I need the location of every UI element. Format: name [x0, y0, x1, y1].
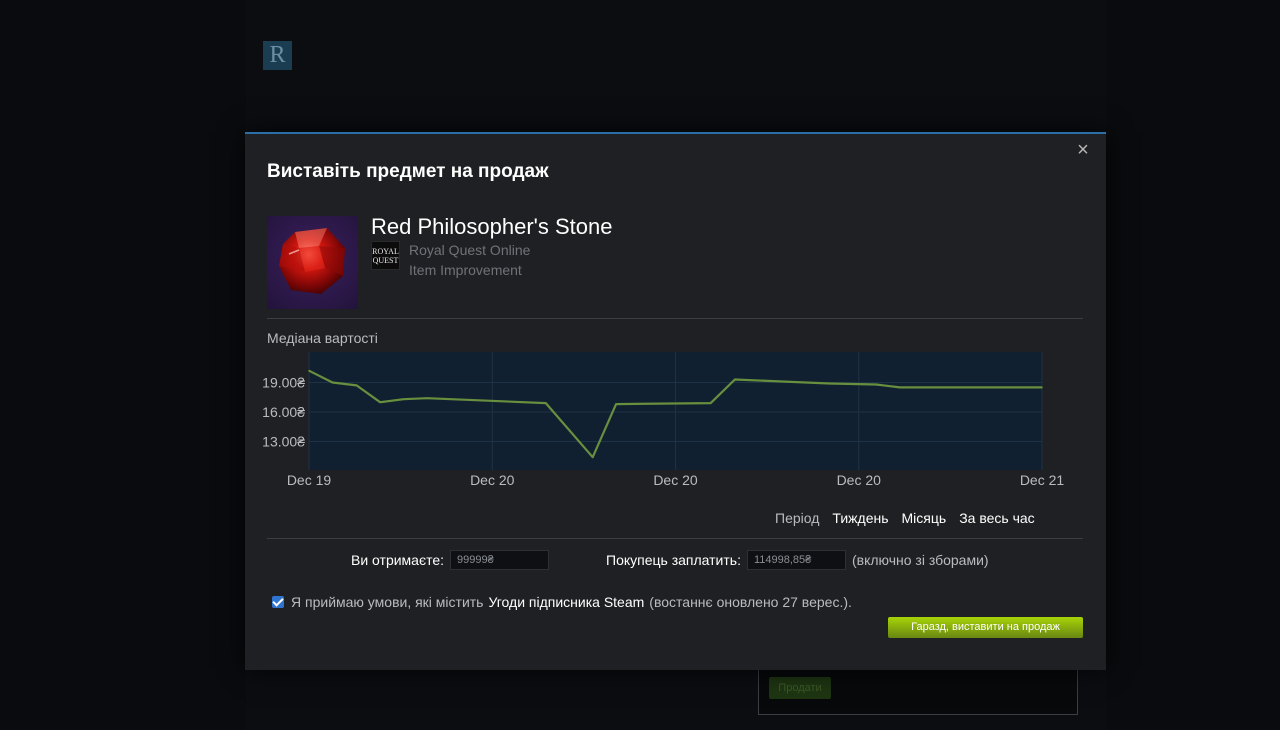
item-image — [267, 216, 358, 309]
chart-x-tick-label: Dec 20 — [653, 472, 698, 488]
subscriber-agreement-link[interactable]: Угоди підписника Steam — [488, 594, 644, 610]
terms-checkbox[interactable] — [272, 596, 284, 608]
receive-price-input[interactable]: 99999₴ — [450, 550, 550, 570]
dialog-title: Виставіть предмет на продаж — [267, 161, 549, 182]
chart-data-point — [898, 386, 901, 389]
chart-y-tick-label: 16.00₴ — [262, 404, 305, 420]
divider — [267, 538, 1083, 539]
chart-data-point — [875, 383, 878, 386]
buyer-price-group: Покупець заплатить: 114998,85₴ (включно … — [606, 550, 989, 570]
item-name: Red Philosopher's Stone — [371, 214, 613, 239]
sell-item-dialog: × Виставіть предмет на продаж Red Philos… — [245, 132, 1106, 670]
buyer-label: Покупець заплатить: — [606, 552, 741, 568]
list-for-sale-button[interactable]: Гаразд, виставити на продаж — [888, 617, 1083, 638]
chart-data-point — [426, 397, 428, 400]
close-icon[interactable]: × — [1074, 140, 1092, 160]
chart-data-point — [1041, 386, 1043, 389]
chart-y-tick-label: 13.00₴ — [262, 433, 305, 449]
terms-prefix: Я приймаю умови, які містить — [291, 594, 484, 610]
site-logo: R — [263, 41, 292, 70]
chart-data-point — [734, 378, 736, 381]
chart-x-tick-label: Dec 21 — [1020, 472, 1065, 488]
chart-title: Медіана вартості — [267, 330, 378, 346]
game-name: Royal Quest Online — [409, 242, 531, 258]
buyer-price-input[interactable]: 114998,85₴ — [746, 550, 846, 570]
receive-price-group: Ви отримаєте: 99999₴ — [351, 550, 550, 570]
price-history-chart: 19.00₴ 16.00₴ 13.00₴ Dec 19 Dec 20 Dec 20 Dec … — [262, 352, 1065, 488]
divider — [267, 318, 1083, 319]
chart-data-point — [591, 456, 594, 459]
chart-y-tick-label: 19.00₴ — [262, 374, 305, 390]
background-sell-button: Продати — [769, 677, 831, 699]
period-month[interactable]: Місяць — [902, 510, 947, 526]
chart-data-point — [308, 369, 310, 372]
chart-x-tick-label: Dec 19 — [287, 472, 332, 488]
terms-row: Я приймаю умови, які містить Угоди підпи… — [272, 594, 852, 610]
period-label: Період — [775, 510, 820, 526]
item-type: Item Improvement — [409, 262, 522, 278]
chart-data-point — [331, 381, 334, 384]
red-gem-icon — [279, 228, 345, 294]
terms-suffix: (востаннє оновлено 27 верес.). — [649, 594, 852, 610]
period-all-time[interactable]: За весь час — [959, 510, 1034, 526]
chart-x-tick-label: Dec 20 — [837, 472, 882, 488]
chart-data-point — [355, 384, 358, 387]
fees-note: (включно зі зборами) — [851, 552, 989, 568]
period-selector: Період Тиждень Місяць За весь час — [775, 510, 1035, 526]
game-icon: ROYAL QUEST — [371, 241, 400, 270]
chart-data-point — [379, 401, 381, 403]
chart-x-tick-label: Dec 20 — [470, 472, 515, 488]
chart-data-point — [544, 402, 547, 404]
receive-label: Ви отримаєте: — [351, 552, 445, 568]
chart-data-point — [615, 403, 617, 405]
chart-data-point — [828, 382, 831, 385]
chart-data-point — [709, 402, 712, 404]
period-week[interactable]: Тиждень — [832, 510, 888, 526]
chart-data-point — [402, 398, 405, 400]
